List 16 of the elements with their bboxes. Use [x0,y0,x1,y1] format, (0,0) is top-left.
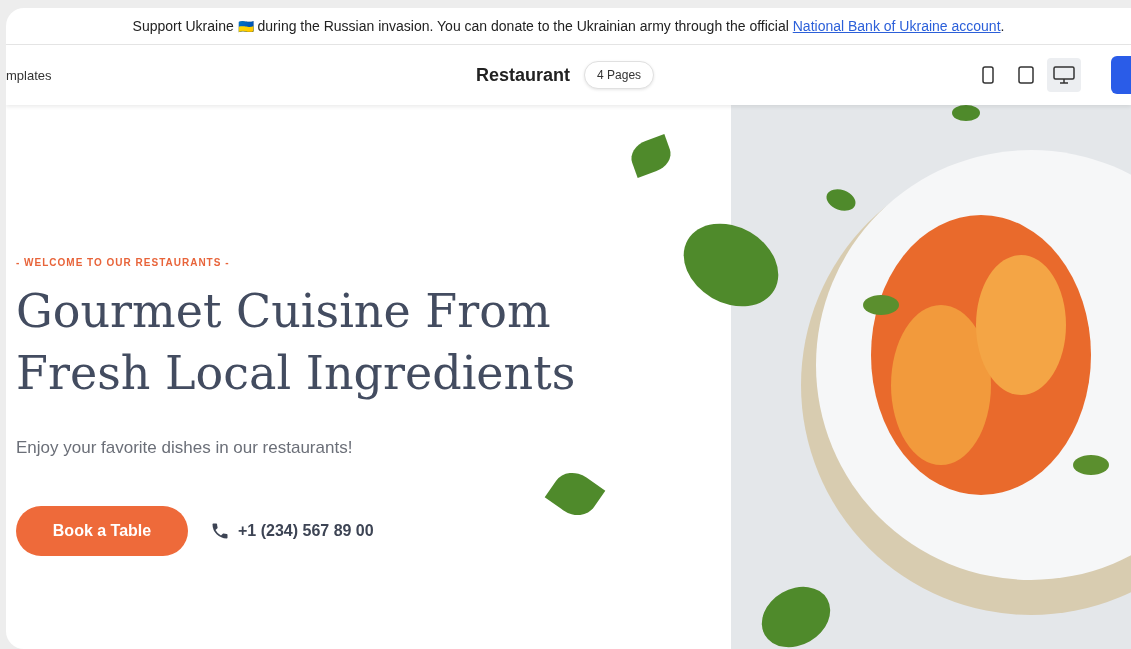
templates-link[interactable]: mplates [6,67,476,83]
pages-dropdown[interactable]: 4 Pages [584,61,655,89]
donation-link[interactable]: National Bank of Ukraine account [792,18,1001,34]
project-title: Restaurant [476,64,571,86]
desktop-view-button[interactable] [1047,58,1081,92]
support-banner-text: Support Ukraine 🇺🇦 during the Russian invasion. You can donate to the Ukrainian army through the official National Bank of Ukraine account. [132,18,1005,34]
hero-subtitle: Enjoy your favorite dishes in our restaurants! [16,438,354,458]
eyebrow-text: - WELCOME TO OUR RESTAURANTS - [16,257,231,268]
monitor-icon [1053,66,1075,84]
hero-heading: Fresh Local Ingredients [16,345,576,402]
publish-button[interactable] [1111,56,1131,94]
hero-heading: Gourmet Cuisine From [16,283,551,340]
phone-number: +1 (234) 567 89 00 [238,522,374,540]
tablet-icon [1018,66,1034,84]
phone-icon [982,66,994,84]
phone-icon [210,521,230,541]
